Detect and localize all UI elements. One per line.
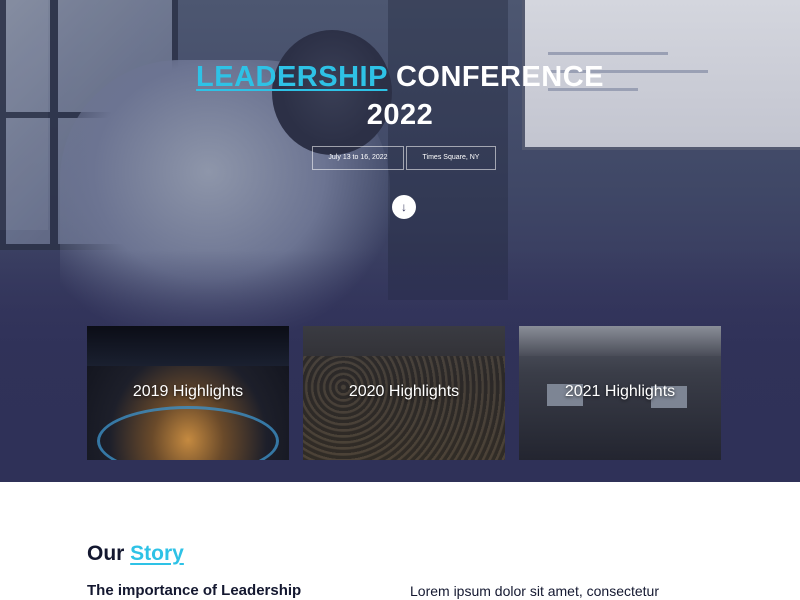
card-photo-crowd <box>303 356 505 460</box>
highlight-card-2020[interactable]: 2020 Highlights <box>303 326 505 460</box>
highlight-card-2019[interactable]: 2019 Highlights <box>87 326 289 460</box>
story-heading-text: Our <box>87 542 131 565</box>
hero-section: LEADERSHIP CONFERENCE 2022 July 13 to 16… <box>0 0 800 482</box>
story-subheading: The importance of Leadership <box>87 582 302 599</box>
story-paragraph: Lorem ipsum dolor sit amet, consectetur <box>410 583 659 599</box>
story-heading: Our Story <box>87 540 184 568</box>
card-photo-ring <box>97 406 279 460</box>
hero-title: LEADERSHIP CONFERENCE 2022 <box>0 58 800 134</box>
title-year: 2022 <box>366 99 434 131</box>
arrow-down-icon[interactable]: ↓ <box>392 195 416 219</box>
title-text: CONFERENCE <box>387 61 604 93</box>
card-photo-stage <box>87 326 289 366</box>
highlight-label: 2021 Highlights <box>564 383 676 400</box>
location-chip: Times Square, NY <box>406 146 496 170</box>
screen-line <box>548 52 668 55</box>
story-heading-accent[interactable]: Story <box>130 542 184 565</box>
title-accent-link[interactable]: LEADERSHIP <box>196 61 387 93</box>
highlight-label: 2020 Highlights <box>348 383 460 400</box>
highlight-card-2021[interactable]: 2021 Highlights <box>519 326 721 460</box>
highlight-label: 2019 Highlights <box>132 383 244 400</box>
card-photo-ceiling <box>519 326 721 356</box>
date-chip: July 13 to 16, 2022 <box>312 146 404 170</box>
